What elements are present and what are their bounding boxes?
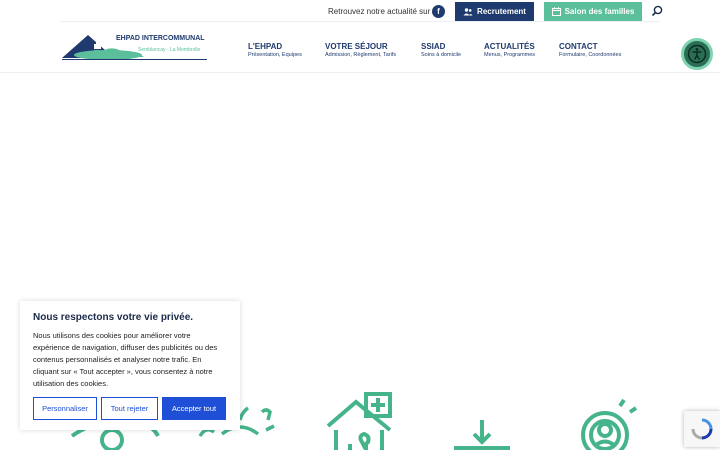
social-follow-text: Retrouvez notre actualité sur bbox=[328, 7, 431, 16]
nav-label: ACTUALITÉS bbox=[484, 42, 535, 51]
nav-label: L'EHPAD bbox=[248, 42, 283, 51]
nav-item-ssiad[interactable]: SSIAD Soins à domicile bbox=[421, 42, 461, 58]
family-lounge-label: Salon des familles bbox=[564, 7, 635, 16]
house-medical-icon bbox=[326, 392, 392, 450]
top-bar: Retrouvez notre actualité sur f Recrutem… bbox=[60, 0, 663, 22]
nav-sublabel: Menus, Programmes bbox=[484, 52, 536, 58]
nav-item-contact[interactable]: CONTACT Formulaire, Coordonnées bbox=[559, 42, 621, 58]
nav-sublabel: Admission, Règlement, Tarifs bbox=[325, 52, 397, 58]
nav-item-actualites[interactable]: ACTUALITÉS Menus, Programmes bbox=[484, 42, 535, 58]
nav-label: CONTACT bbox=[559, 42, 598, 51]
cookie-actions: Personnaliser Tout rejeter Accepter tout bbox=[33, 397, 226, 420]
cookie-consent-dialog: Nous respectons votre vie privée. Nous u… bbox=[20, 301, 240, 430]
nav-label: SSIAD bbox=[421, 42, 446, 51]
main-header: EHPAD INTERCOMMUNAL Semblancay - La Memb… bbox=[0, 23, 720, 73]
recaptcha-icon bbox=[691, 418, 713, 440]
recruitment-label: Recrutement bbox=[477, 7, 526, 16]
person-circle-icon bbox=[581, 398, 638, 450]
accessibility-button[interactable] bbox=[681, 38, 713, 70]
nav-sublabel: Soins à domicile bbox=[421, 52, 462, 58]
cookie-customize-button[interactable]: Personnaliser bbox=[33, 397, 97, 420]
site-logo[interactable]: EHPAD INTERCOMMUNAL Semblancay - La Memb… bbox=[62, 33, 212, 63]
nav-item-ehpad[interactable]: L'EHPAD Présentation, Equipes bbox=[248, 42, 302, 58]
calendar-icon bbox=[551, 7, 561, 16]
recaptcha-badge[interactable] bbox=[684, 411, 720, 447]
users-icon bbox=[463, 7, 473, 15]
nav-label: VOTRE SÉJOUR bbox=[325, 42, 388, 51]
nav-sublabel: Présentation, Equipes bbox=[248, 52, 302, 58]
logo-title: EHPAD INTERCOMMUNAL bbox=[116, 35, 205, 42]
cookie-reject-button[interactable]: Tout rejeter bbox=[101, 397, 158, 420]
search-icon[interactable] bbox=[650, 4, 664, 18]
logo-subtitle: Semblancay - La Membrolle bbox=[138, 47, 201, 53]
cookie-body: Nous utilisons des cookies pour améliore… bbox=[33, 331, 218, 388]
nav-sublabel: Formulaire, Coordonnées bbox=[559, 52, 622, 58]
cookie-accept-button[interactable]: Accepter tout bbox=[162, 397, 226, 420]
family-lounge-button[interactable]: Salon des familles bbox=[544, 2, 642, 21]
cookie-title: Nous respectons votre vie privée. bbox=[33, 312, 194, 323]
nav-item-sejour[interactable]: VOTRE SÉJOUR Admission, Règlement, Tarif… bbox=[325, 42, 396, 58]
facebook-icon[interactable]: f bbox=[432, 5, 445, 18]
accessibility-icon bbox=[687, 44, 707, 64]
arrow-down-icon bbox=[454, 420, 510, 450]
recruitment-button[interactable]: Recrutement bbox=[455, 2, 534, 21]
